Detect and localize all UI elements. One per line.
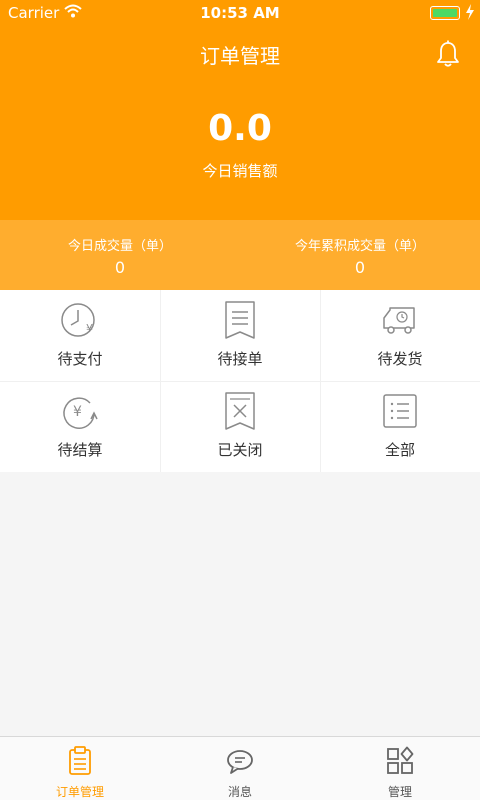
- today-orders-value: 0: [114, 258, 126, 277]
- page-title: 订单管理: [200, 44, 280, 68]
- sales-amount-label: 今日销售额: [202, 162, 278, 180]
- year-orders-label: 今年累积成交量（单）: [294, 239, 425, 254]
- tab-label: 订单管理: [55, 785, 104, 799]
- grid-item-pending-shipment[interactable]: 待发货: [320, 290, 480, 381]
- tab-label: 管理: [387, 785, 412, 799]
- yen-refresh-icon: ¥: [63, 397, 98, 429]
- clock-time: 10:53 AM: [200, 4, 280, 22]
- today-orders-label: 今日成交量（单）: [67, 239, 172, 254]
- year-orders-stat: 今年累积成交量（单） 0: [240, 235, 480, 277]
- grid-item-pending-payment[interactable]: ¥ 待支付: [0, 290, 160, 381]
- status-bar: Carrier 10:53 AM: [0, 0, 480, 26]
- svg-text:¥: ¥: [86, 322, 93, 335]
- clock-yen-icon: ¥: [61, 303, 95, 337]
- battery-icon: [430, 6, 460, 20]
- svg-text:¥: ¥: [73, 404, 82, 420]
- grid-item-pending-accept[interactable]: 待接单: [160, 290, 320, 381]
- grid-item-label: 待接单: [217, 350, 263, 368]
- grid-item-label: 待结算: [57, 441, 103, 459]
- grid-item-closed[interactable]: 已关闭: [160, 381, 320, 472]
- year-orders-value: 0: [354, 258, 366, 277]
- tab-bar: 订单管理 消息 管理: [0, 736, 480, 800]
- closed-receipt-icon: [225, 392, 255, 430]
- grid-item-pending-settlement[interactable]: ¥ 待结算: [0, 381, 160, 472]
- tab-manage[interactable]: 管理: [320, 737, 480, 800]
- stats-bar: 今日成交量（单） 0 今年累积成交量（单） 0: [0, 220, 480, 290]
- bell-icon[interactable]: [436, 40, 460, 68]
- tab-label: 消息: [227, 785, 252, 799]
- grid-item-label: 待发货: [377, 350, 423, 368]
- list-icon: [383, 394, 417, 428]
- tab-messages[interactable]: 消息: [160, 737, 320, 800]
- charging-icon: [466, 4, 474, 20]
- today-orders-stat: 今日成交量（单） 0: [0, 235, 240, 277]
- order-status-grid: ¥ 待支付 待接单 待发货 ¥ 待结算 已关闭 全部: [0, 290, 480, 472]
- sales-amount: 0.0: [208, 108, 272, 149]
- receipt-icon: [225, 301, 255, 339]
- clipboard-icon: [69, 746, 91, 775]
- grid-diamond-icon: [387, 746, 414, 774]
- header: 订单管理 0.0 今日销售额: [0, 26, 480, 220]
- grid-item-label: 全部: [384, 441, 415, 459]
- chat-icon: [227, 750, 253, 774]
- grid-item-all[interactable]: 全部: [320, 381, 480, 472]
- grid-item-label: 待支付: [57, 350, 103, 368]
- tab-order-management[interactable]: 订单管理: [0, 737, 160, 800]
- truck-icon: [383, 307, 415, 334]
- grid-item-label: 已关闭: [217, 441, 263, 459]
